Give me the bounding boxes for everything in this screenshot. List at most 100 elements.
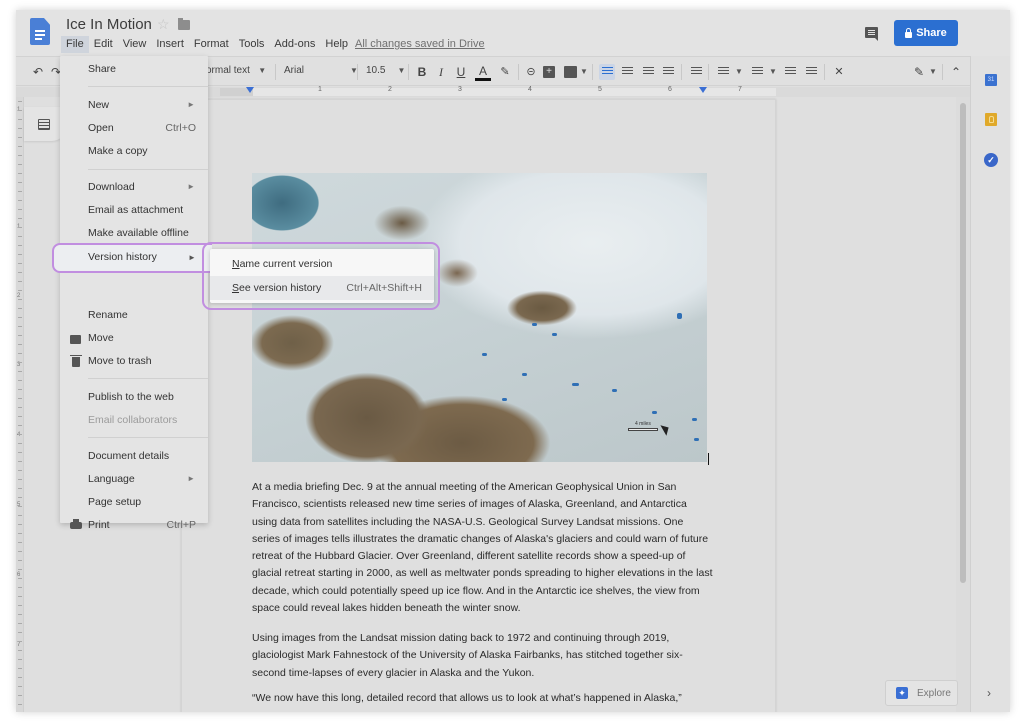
clear-formatting-icon[interactable]: ✕ (831, 64, 847, 80)
ruler-tick (18, 515, 22, 516)
hide-menus-icon[interactable]: ⌃ (948, 64, 964, 80)
menu-item-language[interactable]: Language ► (60, 468, 208, 491)
vertical-scrollbar[interactable] (956, 97, 970, 712)
folder-icon (70, 335, 81, 344)
insert-image-dropdown-icon[interactable]: ▼ (580, 67, 588, 76)
menu-file[interactable]: File (61, 36, 89, 53)
ruler-tick (18, 587, 22, 588)
undo-icon[interactable]: ↶ (30, 64, 46, 80)
menu-item-make-a-copy[interactable]: Make a copy (60, 140, 208, 163)
menu-view[interactable]: View (118, 36, 152, 53)
bold-button[interactable]: B (414, 64, 430, 80)
align-left-button[interactable] (599, 64, 615, 80)
ruler-tick (18, 128, 22, 129)
menu-item-name-current-version[interactable]: Name current version (210, 252, 434, 276)
editing-mode-icon[interactable]: ✎ (911, 64, 927, 80)
bulleted-list-dropdown-icon[interactable]: ▼ (769, 67, 777, 76)
document-title[interactable]: Ice In Motion (66, 16, 152, 33)
ruler-tick (18, 299, 22, 300)
tasks-icon[interactable]: ✓ (984, 153, 998, 167)
menu-item-version-history[interactable]: Version history ► (52, 243, 212, 273)
vertical-ruler[interactable]: 1 1 2 3 4 5 6 7 (16, 97, 24, 712)
menu-item-move-to-trash[interactable]: Move to trash (60, 350, 208, 373)
ruler-tick (18, 704, 22, 705)
ruler-tick (18, 488, 22, 489)
menu-item-page-setup[interactable]: Page setup (60, 491, 208, 514)
menu-add-ons[interactable]: Add-ons (269, 36, 320, 53)
highlight-color-icon[interactable]: ✎ (497, 64, 513, 80)
menu-item-download[interactable]: Download ► (60, 176, 208, 199)
ruler-tick (18, 443, 22, 444)
align-center-button[interactable] (619, 64, 635, 80)
menu-divider (88, 437, 208, 438)
ruler-number: 1 (318, 86, 322, 93)
calendar-icon[interactable]: 31 (985, 74, 997, 86)
ruler-tick (18, 686, 22, 687)
underline-button[interactable]: U (453, 64, 469, 80)
ruler-tick (18, 146, 22, 147)
left-indent-marker[interactable] (246, 87, 254, 93)
insert-image-icon[interactable] (564, 66, 577, 78)
menu-item-see-version-history[interactable]: See version history Ctrl+Alt+Shift+H (210, 276, 434, 300)
ruler-tick (18, 110, 22, 111)
ruler-number: 4 (528, 86, 532, 93)
font-select[interactable]: Arial ▼ (284, 65, 358, 77)
editing-mode-dropdown-icon[interactable]: ▼ (929, 67, 937, 76)
glacier-satellite-image[interactable]: 4 miles (252, 173, 707, 462)
paragraph[interactable]: Using images from the Landsat mission da… (252, 630, 714, 682)
menu-item-document-details[interactable]: Document details (60, 445, 208, 468)
add-comment-icon[interactable]: + (543, 66, 555, 78)
ruler-tick (18, 344, 22, 345)
numbered-list-dropdown-icon[interactable]: ▼ (735, 67, 743, 76)
ruler-tick (18, 254, 22, 255)
insert-link-icon[interactable]: ⊝ (523, 64, 539, 80)
menu-help[interactable]: Help (320, 36, 353, 53)
line-spacing-icon[interactable] (688, 64, 704, 80)
right-indent-marker[interactable] (699, 87, 707, 93)
menu-item-share[interactable]: Share (60, 58, 208, 81)
side-panel: 31 ✓ › (970, 56, 1010, 712)
text-color-button[interactable]: A (475, 64, 491, 81)
ruler-tick (18, 407, 22, 408)
menu-format[interactable]: Format (189, 36, 234, 53)
save-status-link[interactable]: All changes saved in Drive (355, 38, 485, 50)
justify-button[interactable] (660, 64, 676, 80)
explore-button[interactable]: ✦ Explore (885, 680, 958, 706)
ruler-tick (18, 641, 22, 642)
share-button[interactable]: Share (894, 20, 958, 46)
menu-item-rename[interactable]: Rename (60, 304, 208, 327)
keep-icon[interactable] (985, 113, 997, 126)
italic-button[interactable]: I (433, 64, 449, 80)
increase-indent-icon[interactable] (803, 64, 819, 80)
ruler-tick (18, 461, 22, 462)
ruler-number: 4 (17, 432, 21, 438)
paragraph[interactable]: “We now have this long, detailed record … (252, 690, 714, 707)
decrease-indent-icon[interactable] (782, 64, 798, 80)
comment-history-icon[interactable] (865, 27, 878, 41)
expand-panel-icon[interactable]: › (987, 686, 991, 700)
mouse-cursor-icon (660, 422, 672, 436)
bulleted-list-icon[interactable] (749, 64, 765, 80)
menu-tools[interactable]: Tools (234, 36, 270, 53)
menu-insert[interactable]: Insert (151, 36, 189, 53)
menu-item-move[interactable]: Move (60, 327, 208, 350)
ruler-tick (18, 308, 22, 309)
scrollbar-thumb[interactable] (960, 103, 966, 583)
paragraph-style-select[interactable]: ormal text ▼ (206, 65, 266, 77)
docs-logo-icon[interactable] (30, 18, 50, 45)
star-icon[interactable]: ☆ (157, 16, 170, 33)
align-right-button[interactable] (640, 64, 656, 80)
menu-item-publish-to-the-web[interactable]: Publish to the web (60, 386, 208, 409)
submenu-arrow-icon: ► (187, 100, 195, 109)
menu-item-print[interactable]: Print Ctrl+P (60, 514, 208, 537)
numbered-list-icon[interactable] (715, 64, 731, 80)
menu-item-email-as-attachment[interactable]: Email as attachment (60, 199, 208, 222)
menu-item-make-available-offline[interactable]: Make available offline (60, 222, 208, 245)
font-size-select[interactable]: 10.5 ▼ (366, 65, 405, 77)
menu-edit[interactable]: Edit (89, 36, 118, 53)
document-outline-icon[interactable] (38, 119, 50, 130)
move-folder-icon[interactable] (178, 18, 190, 30)
paragraph[interactable]: At a media briefing Dec. 9 at the annual… (252, 479, 714, 617)
menu-item-open[interactable]: Open Ctrl+O (60, 117, 208, 140)
menu-item-new[interactable]: New ► (60, 94, 208, 117)
